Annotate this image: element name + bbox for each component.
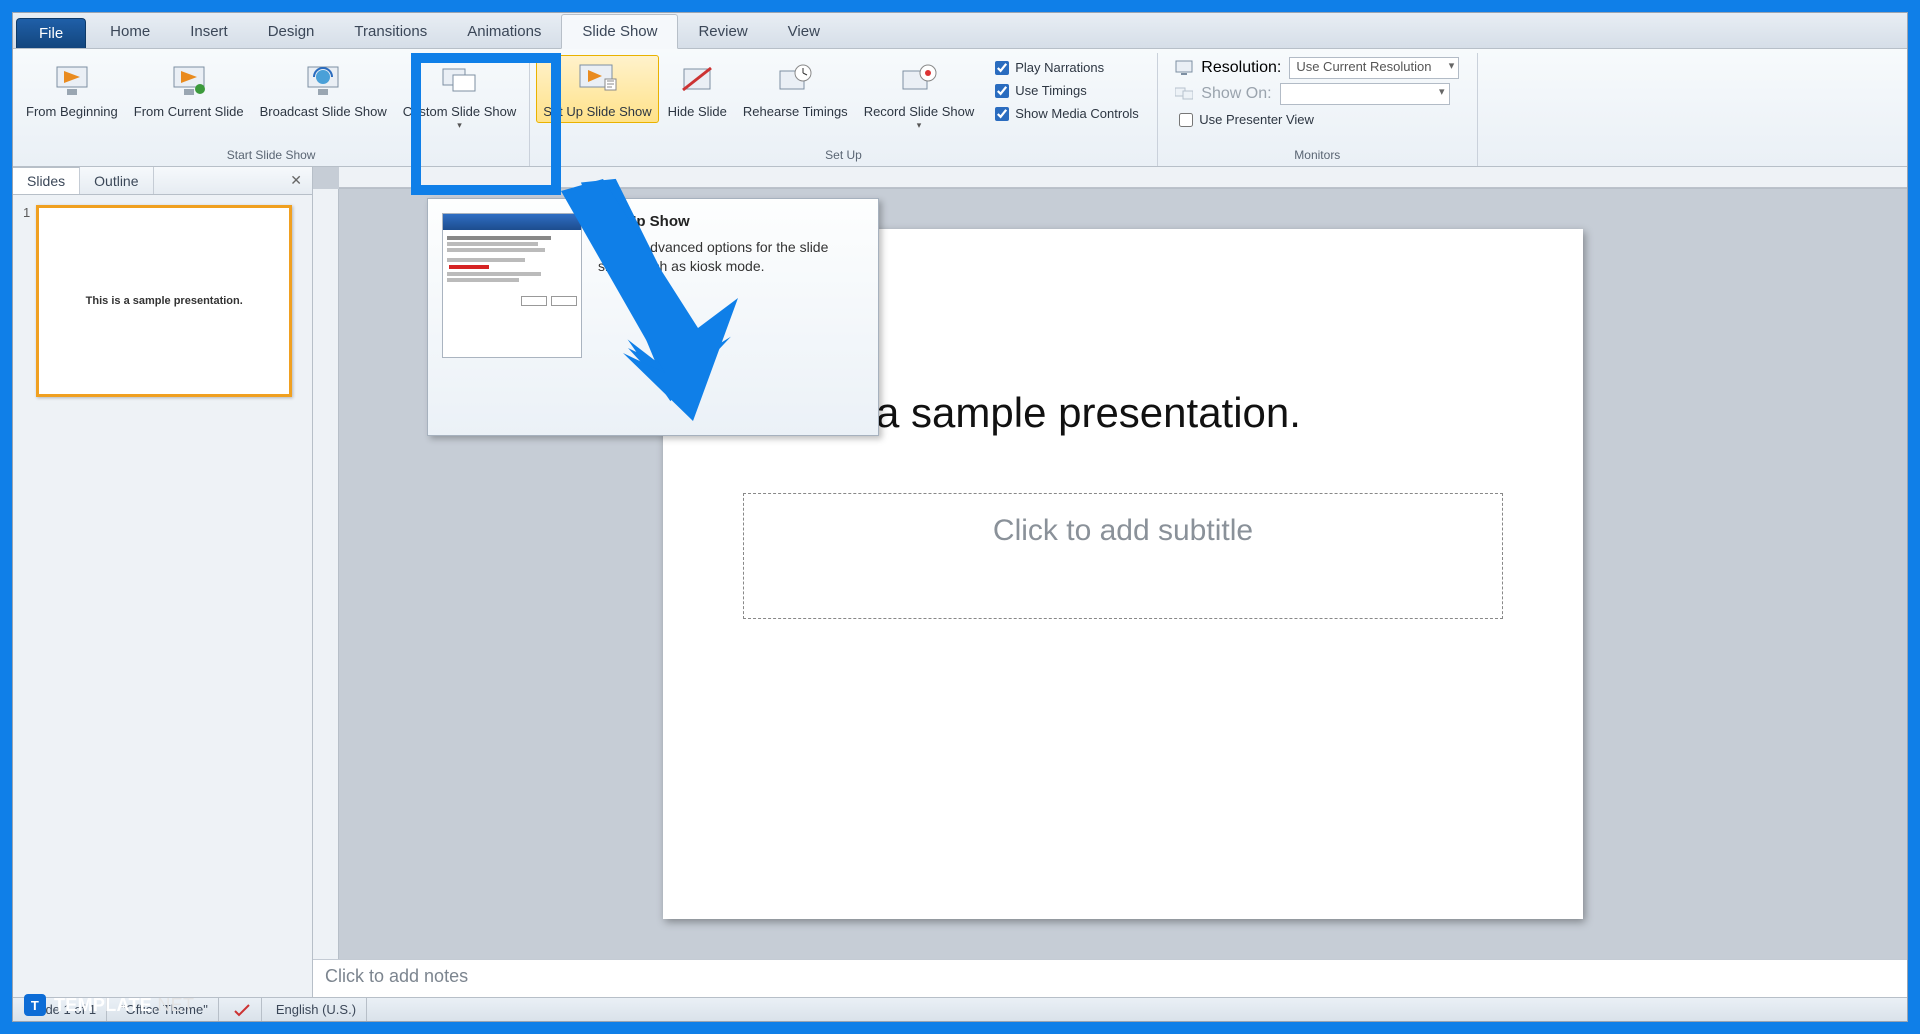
watermark-text-bold: TEMPLATE — [54, 995, 152, 1015]
label: Show Media Controls — [1015, 106, 1139, 121]
watermark: T TEMPLATE.NET — [24, 994, 194, 1016]
thumbnail-text: This is a sample presentation. — [86, 295, 243, 307]
custom-slide-show-button[interactable]: Custom Slide Show ▾ — [396, 55, 523, 133]
checkbox-icon[interactable] — [995, 61, 1009, 75]
checkbox-icon[interactable] — [995, 84, 1009, 98]
thumbnail-number: 1 — [23, 205, 30, 397]
use-timings-checkbox[interactable]: Use Timings — [991, 80, 1143, 101]
rehearse-timings-button[interactable]: Rehearse Timings — [736, 55, 855, 123]
show-on-dropdown[interactable] — [1280, 83, 1450, 105]
checkbox-icon[interactable] — [1179, 113, 1193, 127]
projector-icon — [51, 60, 93, 100]
tooltip-preview-icon — [442, 213, 582, 358]
tab-insert[interactable]: Insert — [170, 15, 248, 48]
broadcast-slide-show-button[interactable]: Broadcast Slide Show — [253, 55, 394, 123]
status-spellcheck-icon[interactable] — [223, 998, 262, 1021]
tooltip-title: Set Up Show — [598, 213, 838, 230]
group-label: Set Up — [825, 148, 862, 164]
slide-thumbnail-item[interactable]: 1 This is a sample presentation. — [23, 205, 302, 397]
group-label: Monitors — [1294, 148, 1340, 164]
custom-show-icon — [439, 60, 481, 100]
watermark-text-light: .NET — [152, 995, 194, 1015]
tab-home[interactable]: Home — [90, 15, 170, 48]
monitor-icon — [1175, 59, 1193, 77]
from-current-slide-button[interactable]: From Current Slide — [127, 55, 251, 123]
projector-current-icon — [168, 60, 210, 100]
label: Use Timings — [1015, 83, 1087, 98]
hide-slide-icon — [676, 60, 718, 100]
label: Broadcast Slide Show — [260, 104, 387, 120]
tab-view[interactable]: View — [768, 15, 840, 48]
dual-monitor-icon — [1175, 85, 1193, 103]
clock-icon — [774, 60, 816, 100]
close-icon: ✕ — [290, 172, 302, 189]
tab-design[interactable]: Design — [248, 15, 335, 48]
label: Rehearse Timings — [743, 104, 848, 120]
tooltip-body: Set up advanced options for the slide sh… — [598, 238, 838, 276]
slides-panel: Slides Outline ✕ 1 This is a sample pres… — [13, 167, 313, 997]
label: Hide Slide — [668, 104, 727, 120]
show-on-label: Show On: — [1201, 85, 1271, 103]
label: Set Up Slide Show — [543, 104, 651, 120]
tooltip-set-up-show: Set Up Show Set up advanced options for … — [427, 198, 879, 436]
label: Play Narrations — [1015, 60, 1104, 75]
panel-tab-outline[interactable]: Outline — [80, 167, 153, 194]
from-beginning-button[interactable]: From Beginning — [19, 55, 125, 123]
group-label: Start Slide Show — [227, 148, 316, 164]
panel-close-button[interactable]: ✕ — [280, 167, 312, 194]
status-language[interactable]: English (U.S.) — [266, 998, 367, 1021]
status-bar: Slide 1 of 1 "Office Theme" English (U.S… — [13, 997, 1907, 1021]
label: Use Presenter View — [1199, 112, 1314, 127]
ribbon-group-start-slide-show: From Beginning From Current Slide Broadc… — [13, 53, 530, 166]
notes-pane[interactable]: Click to add notes — [313, 959, 1907, 997]
label: Custom Slide Show — [403, 104, 516, 120]
horizontal-ruler — [339, 167, 1907, 189]
ribbon-group-set-up: Set Up Slide Show Hide Slide Rehearse Ti… — [530, 53, 1158, 166]
play-narrations-checkbox[interactable]: Play Narrations — [991, 57, 1143, 78]
tab-review[interactable]: Review — [678, 15, 767, 48]
ribbon: From Beginning From Current Slide Broadc… — [13, 49, 1907, 167]
use-presenter-view-checkbox[interactable]: Use Presenter View — [1175, 109, 1318, 130]
show-media-controls-checkbox[interactable]: Show Media Controls — [991, 103, 1143, 124]
work-area: Slides Outline ✕ 1 This is a sample pres… — [13, 167, 1907, 997]
set-up-slide-show-button[interactable]: Set Up Slide Show — [536, 55, 658, 123]
powerpoint-window: File Home Insert Design Transitions Anim… — [12, 12, 1908, 1022]
tab-transitions[interactable]: Transitions — [334, 15, 447, 48]
subtitle-placeholder[interactable]: Click to add subtitle — [743, 493, 1503, 619]
record-icon — [898, 60, 940, 100]
slide-thumbnail-list[interactable]: 1 This is a sample presentation. — [13, 195, 312, 997]
record-slide-show-button[interactable]: Record Slide Show ▾ — [857, 55, 982, 133]
resolution-dropdown[interactable]: Use Current Resolution — [1289, 57, 1459, 79]
panel-tab-slides[interactable]: Slides — [13, 167, 80, 194]
label: Record Slide Show — [864, 104, 975, 120]
resolution-label: Resolution: — [1201, 59, 1281, 77]
panel-tabs: Slides Outline ✕ — [13, 167, 312, 195]
label: From Current Slide — [134, 104, 244, 120]
broadcast-icon — [302, 60, 344, 100]
label: From Beginning — [26, 104, 118, 120]
tab-file[interactable]: File — [16, 18, 86, 48]
vertical-ruler — [313, 189, 339, 959]
watermark-logo-icon: T — [24, 994, 46, 1016]
tab-animations[interactable]: Animations — [447, 15, 561, 48]
tab-slide-show[interactable]: Slide Show — [561, 14, 678, 49]
hide-slide-button[interactable]: Hide Slide — [661, 55, 734, 123]
checkbox-icon[interactable] — [995, 107, 1009, 121]
menu-tabs-row: File Home Insert Design Transitions Anim… — [13, 13, 1907, 49]
setup-show-icon — [576, 60, 618, 100]
thumbnail-preview[interactable]: This is a sample presentation. — [36, 205, 292, 397]
ribbon-group-monitors: Resolution: Use Current Resolution Show … — [1158, 53, 1478, 166]
